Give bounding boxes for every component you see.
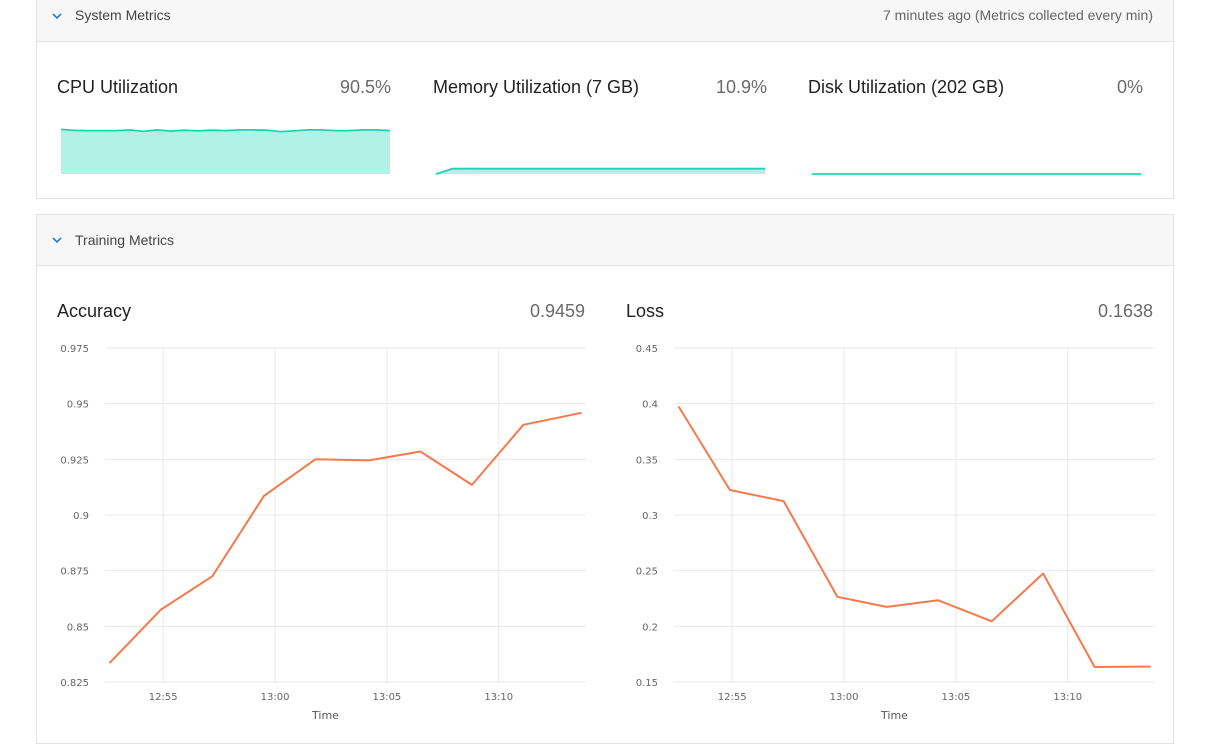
cpu-sparkline <box>59 121 392 176</box>
x-tick-label: 13:00 <box>830 692 859 703</box>
y-tick-label: 0.45 <box>636 344 658 355</box>
metrics-collected-status: 7 minutes ago (Metrics collected every m… <box>883 7 1153 23</box>
disk-utilization-label: Disk Utilization (202 GB) <box>808 77 1004 98</box>
x-tick-label: 13:05 <box>372 692 401 703</box>
x-tick-label: 13:10 <box>1053 692 1082 703</box>
accuracy-chart: 0.825 0.85 0.875 0.9 0.925 0.95 0.975 12:55 13:0… <box>37 330 606 730</box>
y-tick-label: 0.25 <box>636 567 658 578</box>
y-tick-label: 0.925 <box>60 455 89 466</box>
system-metrics-title: System Metrics <box>75 7 171 23</box>
x-tick-label: 13:10 <box>484 692 513 703</box>
memory-utilization-value: 10.9% <box>716 77 767 98</box>
x-axis-title: Time <box>311 709 339 722</box>
system-metrics-panel: System Metrics 7 minutes ago (Metrics co… <box>36 0 1174 199</box>
training-metrics-title: Training Metrics <box>75 232 174 248</box>
disk-utilization-value: 0% <box>1117 77 1143 98</box>
y-tick-label: 0.3 <box>642 511 658 522</box>
loss-value: 0.1638 <box>1098 301 1153 322</box>
cpu-utilization-label: CPU Utilization <box>57 77 178 98</box>
x-tick-label: 13:05 <box>941 692 970 703</box>
chevron-down-icon[interactable] <box>51 10 63 22</box>
x-tick-label: 12:55 <box>149 692 178 703</box>
loss-series-line <box>679 406 1151 667</box>
y-tick-label: 0.2 <box>642 622 658 633</box>
accuracy-value: 0.9459 <box>530 301 585 322</box>
y-tick-label: 0.875 <box>60 567 89 578</box>
cpu-sparkline-line <box>61 129 390 131</box>
y-tick-label: 0.975 <box>60 344 89 355</box>
x-axis-title: Time <box>880 709 908 722</box>
training-metrics-panel: Training Metrics Accuracy 0.9459 Loss 0.… <box>36 214 1174 744</box>
y-tick-label: 0.825 <box>60 678 89 689</box>
memory-utilization-label: Memory Utilization (7 GB) <box>433 77 639 98</box>
disk-sparkline <box>810 121 1143 176</box>
training-metrics-header[interactable]: Training Metrics <box>37 215 1173 266</box>
x-tick-label: 13:00 <box>261 692 290 703</box>
x-tick-label: 12:55 <box>718 692 747 703</box>
cpu-sparkline-area <box>61 129 390 174</box>
y-tick-label: 0.4 <box>642 400 658 411</box>
y-tick-label: 0.35 <box>636 455 658 466</box>
y-tick-label: 0.95 <box>67 400 89 411</box>
y-tick-label: 0.85 <box>67 622 89 633</box>
loss-chart: 0.15 0.2 0.25 0.3 0.35 0.4 0.45 12:55 13:00 13:05… <box>606 330 1175 730</box>
accuracy-label: Accuracy <box>57 301 131 322</box>
accuracy-series-line <box>110 413 582 663</box>
system-metrics-header[interactable]: System Metrics 7 minutes ago (Metrics co… <box>37 0 1173 42</box>
y-tick-label: 0.15 <box>636 678 658 689</box>
chevron-down-icon[interactable] <box>51 234 63 246</box>
memory-sparkline <box>434 121 767 176</box>
y-tick-label: 0.9 <box>73 511 89 522</box>
cpu-utilization-value: 90.5% <box>340 77 391 98</box>
loss-label: Loss <box>626 301 664 322</box>
